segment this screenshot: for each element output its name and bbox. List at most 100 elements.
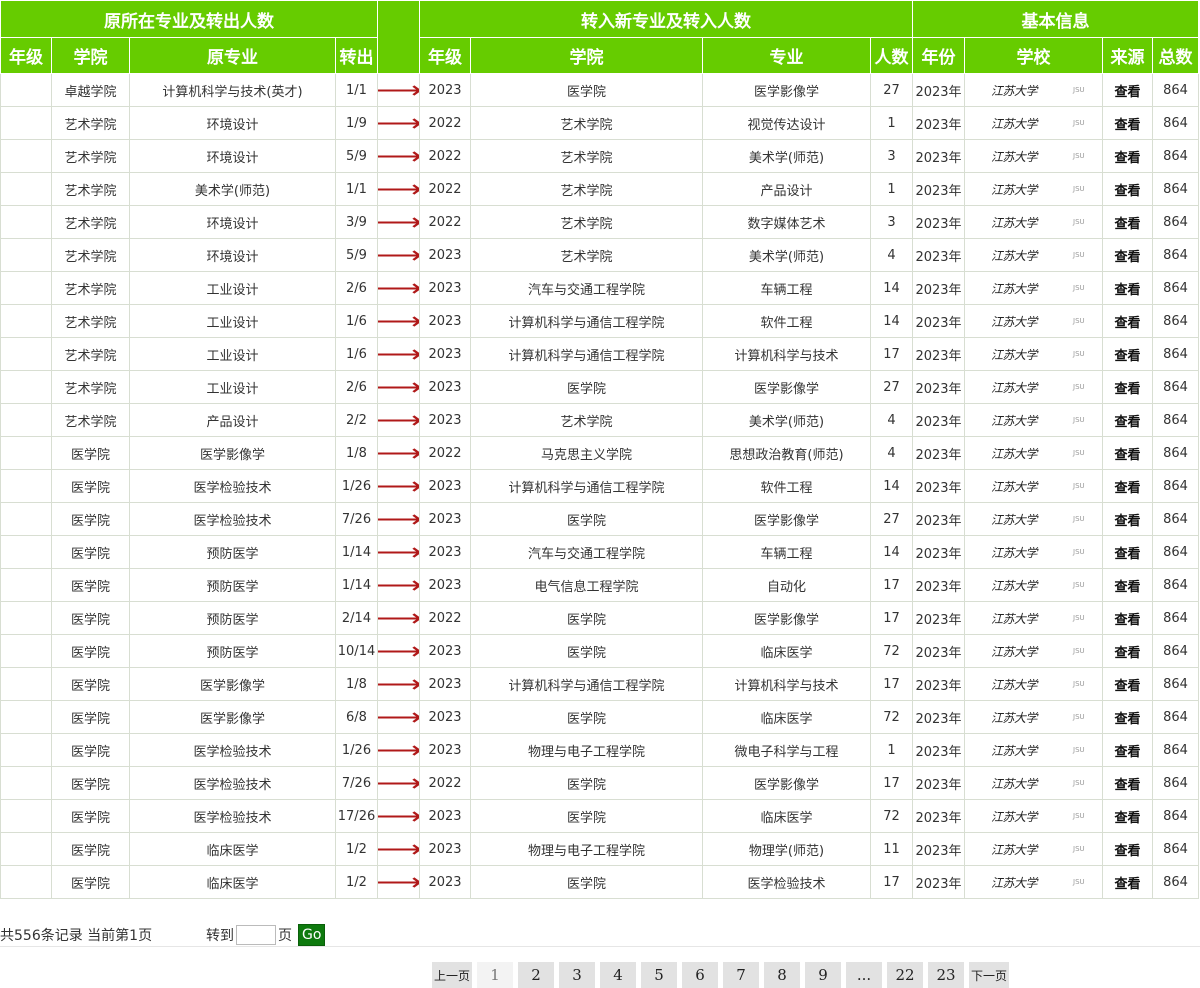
go-button[interactable]: Go (298, 924, 326, 946)
cell-out: 1/8 (335, 667, 378, 701)
cell-year: 2023年 (912, 865, 965, 899)
col-header-from-grade: 年级 (0, 37, 52, 74)
school-logo-subtext: JSU (1073, 251, 1085, 259)
view-source-link[interactable]: 查看 (1102, 106, 1153, 140)
view-source-link[interactable]: 查看 (1102, 469, 1153, 503)
view-source-link[interactable]: 查看 (1102, 733, 1153, 767)
cell-out: 5/9 (335, 139, 378, 173)
cell-from-college: 医学院 (51, 832, 130, 866)
school-logo-text: 江苏大学 (991, 446, 1038, 461)
table-row: 医学院医学检验技术1/26⟶2023计算机科学与通信工程学院软件工程142023… (0, 469, 1199, 503)
view-source-link[interactable]: 查看 (1102, 73, 1153, 107)
next-page-button[interactable]: 下一页 (969, 962, 1010, 988)
view-source-link[interactable]: 查看 (1102, 205, 1153, 239)
school-logo-subtext: JSU (1073, 284, 1085, 292)
cell-year: 2023年 (912, 106, 965, 140)
col-header-source: 来源 (1102, 37, 1153, 74)
cell-to-major: 物理学(师范) (702, 832, 871, 866)
cell-to-grade: 2023 (419, 700, 471, 734)
cell-to-grade: 2023 (419, 733, 471, 767)
cell-to-college: 医学院 (470, 73, 703, 107)
page-button[interactable]: 8 (764, 962, 801, 988)
transfer-arrow-icon: ⟶ (377, 238, 420, 272)
table-row: 艺术学院环境设计5/9⟶2023艺术学院美术学(师范)42023年江苏大学JSU… (0, 238, 1199, 272)
school-logo-subtext: JSU (1073, 845, 1085, 853)
cell-from-college: 艺术学院 (51, 271, 130, 305)
cell-year: 2023年 (912, 832, 965, 866)
cell-from-grade (0, 139, 52, 173)
school-logo: 江苏大学 JSU (966, 115, 1102, 132)
cell-to-grade: 2023 (419, 469, 471, 503)
school-logo-text: 江苏大学 (991, 479, 1038, 494)
cell-from-college: 艺术学院 (51, 172, 130, 206)
school-logo-subtext: JSU (1073, 383, 1085, 391)
cell-to-college: 艺术学院 (470, 238, 703, 272)
view-source-link[interactable]: 查看 (1102, 568, 1153, 602)
school-logo-cell: 江苏大学 JSU (964, 304, 1103, 338)
page-button[interactable]: 9 (805, 962, 842, 988)
view-source-link[interactable]: 查看 (1102, 832, 1153, 866)
arrow-glyph: ⟶ (379, 210, 419, 234)
view-source-link[interactable]: 查看 (1102, 700, 1153, 734)
view-source-link[interactable]: 查看 (1102, 535, 1153, 569)
view-source-link[interactable]: 查看 (1102, 865, 1153, 899)
page-number-input[interactable] (236, 925, 276, 945)
school-logo-cell: 江苏大学 JSU (964, 238, 1103, 272)
page-button[interactable]: 7 (723, 962, 760, 988)
cell-to-major: 产品设计 (702, 172, 871, 206)
transfer-arrow-icon: ⟶ (377, 469, 420, 503)
view-source-link[interactable]: 查看 (1102, 172, 1153, 206)
page-button[interactable]: 3 (559, 962, 596, 988)
page-button[interactable]: 1 (477, 962, 514, 988)
page-button[interactable]: 22 (887, 962, 924, 988)
view-source-link[interactable]: 查看 (1102, 502, 1153, 536)
view-source-link[interactable]: 查看 (1102, 667, 1153, 701)
page-button[interactable]: 2 (518, 962, 555, 988)
school-logo: 江苏大学 JSU (966, 214, 1102, 231)
cell-count: 17 (870, 865, 913, 899)
cell-total: 864 (1152, 172, 1199, 206)
view-source-link[interactable]: 查看 (1102, 799, 1153, 833)
cell-from-grade (0, 568, 52, 602)
view-source-link[interactable]: 查看 (1102, 337, 1153, 371)
view-source-link[interactable]: 查看 (1102, 370, 1153, 404)
view-source-link[interactable]: 查看 (1102, 238, 1153, 272)
school-logo-subtext: JSU (1073, 515, 1085, 523)
view-source-link[interactable]: 查看 (1102, 271, 1153, 305)
cell-from-grade (0, 337, 52, 371)
cell-count: 72 (870, 700, 913, 734)
cell-from-college: 艺术学院 (51, 205, 130, 239)
cell-total: 864 (1152, 73, 1199, 107)
table-row: 医学院临床医学1/2⟶2023医学院医学检验技术172023年江苏大学JSU查看… (0, 865, 1199, 899)
view-source-link[interactable]: 查看 (1102, 139, 1153, 173)
prev-page-button[interactable]: 上一页 (432, 962, 473, 988)
cell-from-college: 艺术学院 (51, 139, 130, 173)
view-source-link[interactable]: 查看 (1102, 634, 1153, 668)
page-button[interactable]: 5 (641, 962, 678, 988)
cell-to-grade: 2022 (419, 601, 471, 635)
page-button[interactable]: 4 (600, 962, 637, 988)
view-source-link[interactable]: 查看 (1102, 403, 1153, 437)
cell-from-college: 艺术学院 (51, 370, 130, 404)
cell-to-grade: 2022 (419, 172, 471, 206)
cell-total: 864 (1152, 139, 1199, 173)
page-button[interactable]: 6 (682, 962, 719, 988)
cell-from-major: 环境设计 (129, 139, 336, 173)
school-logo-subtext: JSU (1073, 647, 1085, 655)
cell-from-grade (0, 403, 52, 437)
school-logo: 江苏大学 JSU (966, 412, 1102, 429)
view-source-link[interactable]: 查看 (1102, 601, 1153, 635)
view-source-link[interactable]: 查看 (1102, 766, 1153, 800)
school-logo-text: 江苏大学 (991, 743, 1038, 758)
transfer-arrow-icon: ⟶ (377, 535, 420, 569)
view-source-link[interactable]: 查看 (1102, 304, 1153, 338)
cell-to-major: 临床医学 (702, 799, 871, 833)
divider (0, 946, 1200, 947)
view-source-link[interactable]: 查看 (1102, 436, 1153, 470)
cell-to-major: 医学影像学 (702, 601, 871, 635)
page-button[interactable]: 23 (928, 962, 965, 988)
cell-count: 3 (870, 139, 913, 173)
cell-to-major: 视觉传达设计 (702, 106, 871, 140)
transfer-arrow-icon: ⟶ (377, 436, 420, 470)
cell-year: 2023年 (912, 172, 965, 206)
